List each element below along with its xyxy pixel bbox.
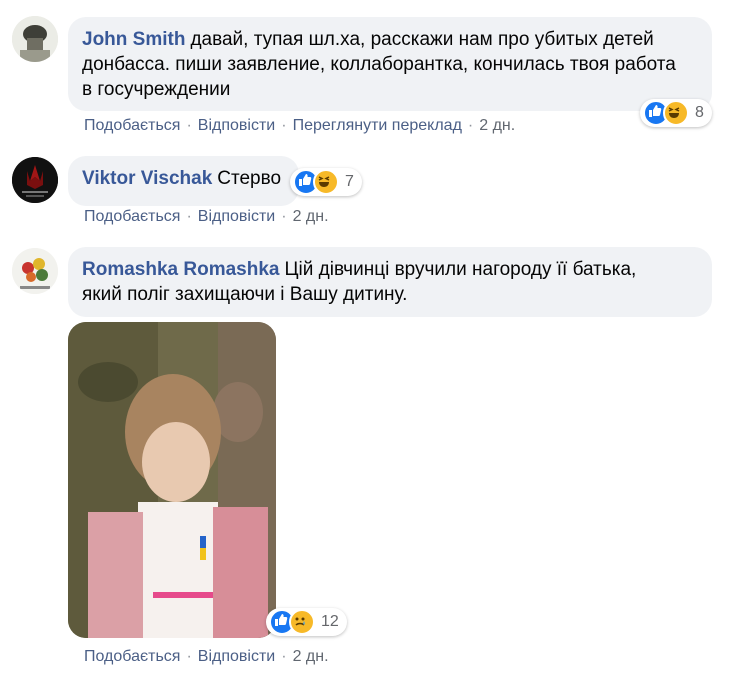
separator-dot: · [281, 117, 287, 134]
comment-bubble: John Smith давай, тупая шл.ха, расскажи н… [68, 17, 712, 111]
reply-link[interactable]: Відповісти [198, 117, 275, 134]
reaction-count: 12 [321, 613, 339, 630]
reply-link[interactable]: Відповісти [198, 208, 275, 225]
like-link[interactable]: Подобається [84, 117, 180, 134]
avatar[interactable] [12, 16, 58, 62]
separator-dot: · [186, 208, 192, 225]
comment-author[interactable]: Romashka Romashka [82, 259, 279, 280]
sad-icon [289, 609, 315, 635]
reactions-summary[interactable]: 12 [266, 608, 347, 636]
comment-bubble: Romashka Romashka Цій дівчинці вручили на… [68, 247, 712, 317]
like-link[interactable]: Подобається [84, 648, 180, 665]
timestamp[interactable]: 2 дн. [479, 117, 515, 134]
timestamp[interactable]: 2 дн. [293, 648, 329, 665]
like-link[interactable]: Подобається [84, 208, 180, 225]
haha-icon [663, 100, 689, 126]
separator-dot: · [281, 208, 287, 225]
reactions-summary[interactable]: 7 [290, 168, 362, 196]
avatar[interactable] [12, 157, 58, 203]
comment-actions: Подобається · Відповісти · Переглянути перек… [84, 117, 515, 135]
comment-actions: Подобається · Відповісти · 2 дн. [84, 208, 329, 226]
comment-author[interactable]: John Smith [82, 29, 185, 50]
reply-link[interactable]: Відповісти [198, 648, 275, 665]
attached-photo[interactable] [68, 322, 276, 638]
separator-dot: · [281, 648, 287, 665]
avatar[interactable] [12, 248, 58, 294]
reaction-count: 8 [695, 104, 704, 121]
reaction-count: 7 [345, 173, 354, 190]
timestamp[interactable]: 2 дн. [293, 208, 329, 225]
comment-text: який поліг захищаючи і Вашу дитину. [82, 284, 408, 305]
see-translation-link[interactable]: Переглянути переклад [293, 117, 462, 134]
comment-text: Стерво [217, 168, 282, 189]
haha-icon [313, 169, 339, 195]
comment-actions: Подобається · Відповісти · 2 дн. [84, 648, 329, 666]
comment-text: в госучреждении [82, 79, 231, 100]
comment-text: Цій дівчинці вручили нагороду її батька, [284, 259, 637, 280]
comment-bubble: Viktor Vischak Стерво [68, 156, 300, 206]
comment-text: донбасса. пиши заявление, коллаборантка,… [82, 54, 676, 75]
separator-dot: · [186, 648, 192, 665]
comment-author[interactable]: Viktor Vischak [82, 168, 212, 189]
reactions-summary[interactable]: 8 [640, 99, 712, 127]
separator-dot: · [186, 117, 192, 134]
separator-dot: · [467, 117, 474, 134]
comment-text: давай, тупая шл.ха, расскажи нам про уби… [190, 29, 654, 50]
